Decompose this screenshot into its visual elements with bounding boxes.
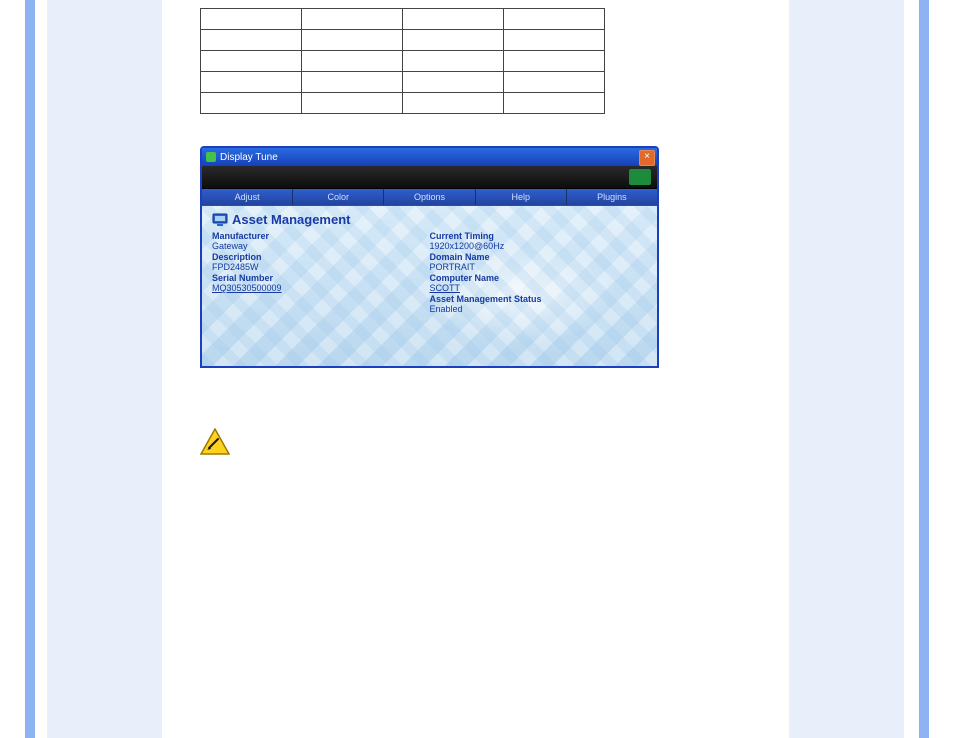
main-content: Display Tune × AdjustColorOptionsHelpPlu… [200,0,760,459]
table-cell [302,51,403,72]
toolbar-button[interactable] [629,169,651,185]
warning-row [200,428,760,459]
write-caution-icon [200,428,230,456]
right-label: Domain Name [430,252,648,262]
table-cell [302,9,403,30]
table-cell [403,51,504,72]
right-value: 1920x1200@60Hz [430,241,648,251]
page-accent-right [919,0,929,738]
table-cell [302,93,403,114]
tab-adjust[interactable]: Adjust [202,189,293,205]
close-icon: × [644,151,650,162]
left-value: FPD2485W [212,262,430,272]
table-cell [504,9,605,30]
right-label: Computer Name [430,273,648,283]
left-column: ManufacturerGatewayDescriptionFPD2485WSe… [212,230,430,315]
window-toolbar [202,166,657,189]
window-tabs: AdjustColorOptionsHelpPlugins [202,189,657,205]
right-value: PORTRAIT [430,262,648,272]
table-cell [403,30,504,51]
table-row [201,51,605,72]
app-favicon [206,152,216,162]
left-label: Description [212,252,430,262]
right-value: SCOTT [430,283,648,293]
page-accent-left [25,0,35,738]
table-cell [403,72,504,93]
left-label: Manufacturer [212,231,430,241]
table-cell [504,93,605,114]
table-cell [201,93,302,114]
sidebar-left [47,0,162,738]
table-cell [504,30,605,51]
table-cell [403,9,504,30]
right-value: Enabled [430,304,648,314]
left-value: MQ30530500009 [212,283,430,293]
panel-heading-text: Asset Management [232,212,350,227]
table-row [201,93,605,114]
table-cell [201,9,302,30]
right-label: Current Timing [430,231,648,241]
right-label: Asset Management Status [430,294,648,304]
tab-plugins[interactable]: Plugins [567,189,657,205]
table-cell [403,93,504,114]
window-title: Display Tune [220,152,278,163]
panel-heading: Asset Management [212,212,647,227]
table-cell [302,72,403,93]
table-cell [504,72,605,93]
monitor-icon [212,213,228,227]
table-cell [201,51,302,72]
sidebar-right [789,0,904,738]
empty-table [200,8,605,114]
window-titlebar[interactable]: Display Tune × [202,148,657,166]
tab-help[interactable]: Help [476,189,567,205]
table-cell [201,30,302,51]
display-tune-window: Display Tune × AdjustColorOptionsHelpPlu… [200,146,659,368]
table-row [201,9,605,30]
table-cell [302,30,403,51]
close-button[interactable]: × [639,150,655,166]
tab-options[interactable]: Options [384,189,475,205]
window-body: Asset Management ManufacturerGatewayDesc… [202,205,657,366]
left-value: Gateway [212,241,430,251]
table-row [201,72,605,93]
table-cell [201,72,302,93]
left-label: Serial Number [212,273,430,283]
tab-color[interactable]: Color [293,189,384,205]
table-cell [504,51,605,72]
right-column: Current Timing1920x1200@60HzDomain NameP… [430,230,648,315]
table-row [201,30,605,51]
